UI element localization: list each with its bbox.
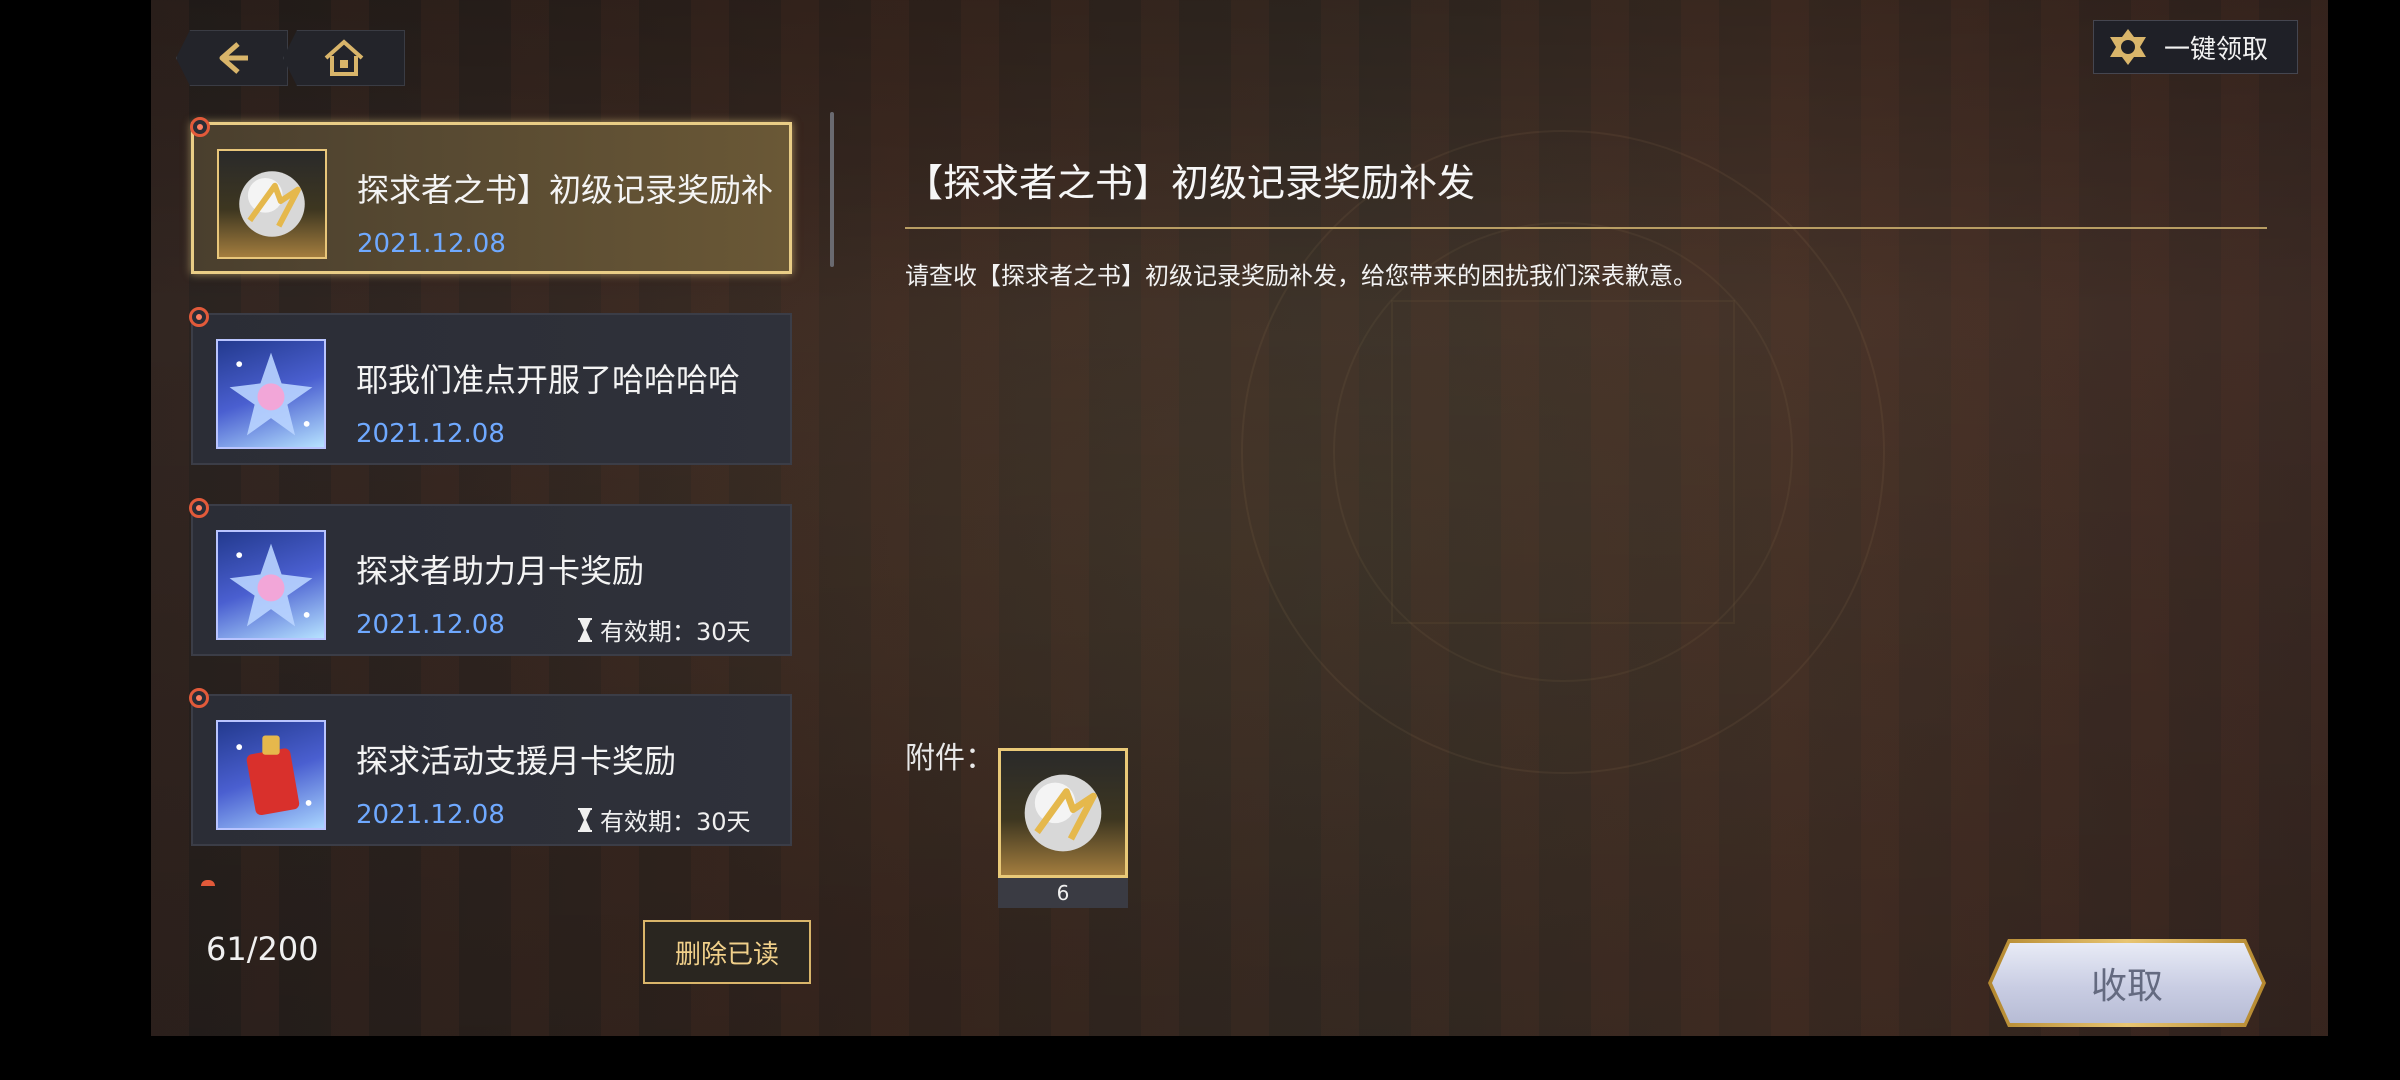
validity-period: 有效期：30天 (576, 612, 751, 647)
back-button[interactable] (176, 30, 288, 86)
delete-read-button[interactable]: 删除已读 (643, 920, 811, 984)
validity-text: 有效期：30天 (600, 618, 751, 646)
mail-date: 2021.12.08 (357, 229, 506, 259)
claim-all-label: 一键领取 (2164, 34, 2269, 65)
attachment-quantity: 6 (998, 878, 1128, 908)
golden-orb-icon (998, 748, 1128, 878)
background-envelope-mark (1391, 300, 1735, 624)
hourglass-icon (578, 807, 592, 832)
mail-title: 探求者助力月卡奖励 (356, 552, 645, 590)
mail-item[interactable]: 耶我们准点开服了哈哈哈哈 2021.12.08 (189, 307, 792, 465)
mail-title: 探求活动支援月卡奖励 (356, 742, 677, 780)
home-icon (324, 39, 364, 76)
claim-button[interactable]: 收取 (1992, 943, 2262, 1023)
home-button[interactable] (283, 30, 405, 86)
star-crystal-icon (216, 530, 326, 640)
mail-title: 探求者之书】初级记录奖励补 (357, 171, 774, 209)
claim-label: 收取 (2090, 966, 2163, 1007)
mail-date: 2021.12.08 (356, 610, 505, 640)
unread-indicator (189, 307, 209, 327)
mail-count: 61/200 (206, 930, 319, 968)
attachment-item[interactable]: 6 (998, 748, 1128, 908)
attachment-label: 附件： (905, 741, 995, 776)
red-gift-box-icon (216, 720, 326, 830)
golden-orb-icon (217, 149, 327, 259)
divider (905, 227, 2267, 229)
mail-title: 耶我们准点开服了哈哈哈哈 (356, 361, 741, 399)
unread-indicator (190, 117, 210, 137)
star-crystal-icon (216, 339, 326, 449)
hourglass-icon (578, 617, 592, 642)
mail-date: 2021.12.08 (356, 419, 505, 449)
mail-item[interactable]: 探求者助力月卡奖励 2021.12.08 有效期：30天 (189, 498, 792, 656)
mail-detail-body: 请查收【探求者之书】初级记录奖励补发，给您带来的困扰我们深表歉意。 (905, 262, 1697, 290)
unread-indicator (189, 688, 209, 708)
next-item-peek (201, 880, 215, 886)
emblem-icon (2110, 29, 2146, 65)
back-arrow-icon (219, 42, 248, 74)
unread-indicator (189, 498, 209, 518)
validity-text: 有效期：30天 (600, 808, 751, 836)
mail-list-scrollbar[interactable] (830, 112, 834, 267)
validity-period: 有效期：30天 (576, 802, 751, 837)
mail-date: 2021.12.08 (356, 800, 505, 830)
claim-all-button[interactable]: 一键领取 (2093, 20, 2298, 74)
mail-item[interactable]: 探求活动支援月卡奖励 2021.12.08 有效期：30天 (189, 688, 792, 846)
mail-detail-title: 【探求者之书】初级记录奖励补发 (905, 161, 1476, 205)
mail-item-selected[interactable]: 探求者之书】初级记录奖励补 2021.12.08 (190, 117, 792, 274)
